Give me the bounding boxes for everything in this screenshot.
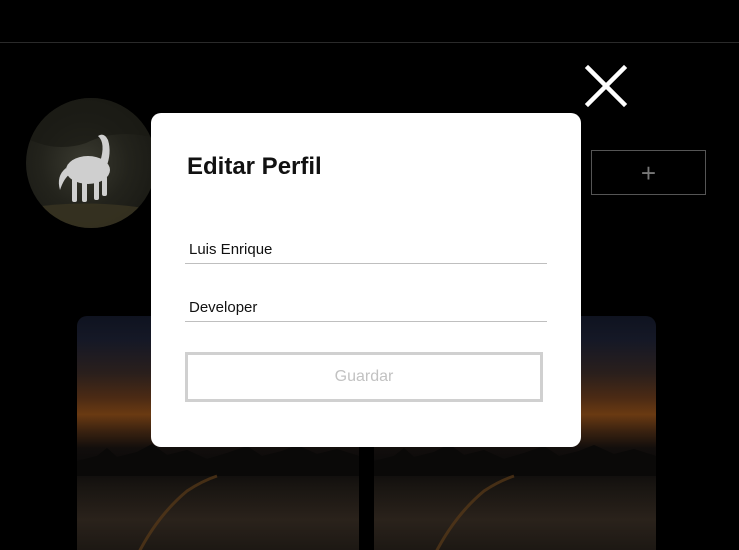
top-navbar [0,0,739,43]
close-icon [584,64,628,108]
horse-image [26,98,156,228]
plus-icon: + [640,157,657,188]
save-button[interactable]: Guardar [185,352,543,402]
modal-title: Editar Perfil [187,153,322,180]
edit-profile-modal: Editar Perfil Guardar [151,113,581,447]
close-button[interactable] [584,64,628,108]
name-field[interactable] [185,228,547,264]
role-field[interactable] [185,286,547,322]
avatar [26,98,156,228]
add-button[interactable]: + [591,150,706,195]
